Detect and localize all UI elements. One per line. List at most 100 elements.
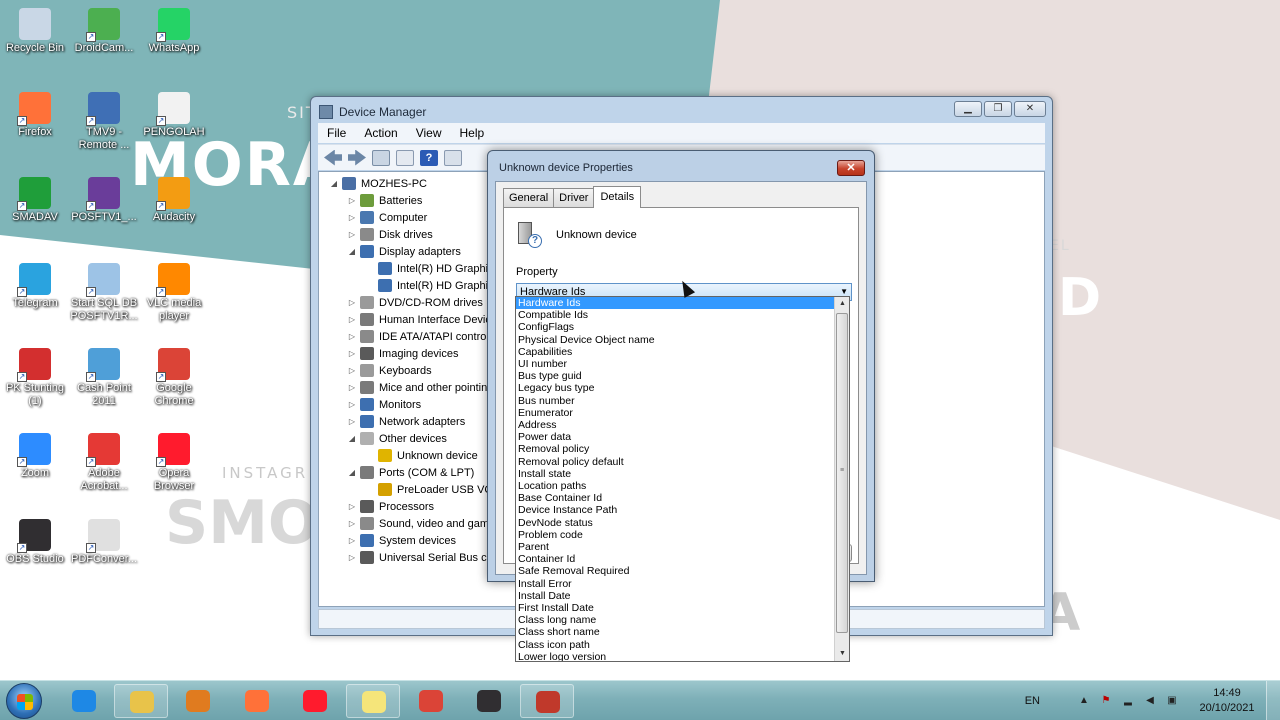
expand-toggle-icon[interactable]: ▷ bbox=[347, 213, 357, 222]
tree-node[interactable]: PreLoader USB VCO bbox=[365, 481, 501, 498]
taskbar-button[interactable] bbox=[57, 684, 111, 718]
menu-help[interactable]: Help bbox=[453, 124, 492, 142]
back-icon[interactable] bbox=[324, 149, 342, 166]
tree-node[interactable]: ▷ Monitors bbox=[347, 396, 421, 413]
dropdown-option[interactable]: Power data bbox=[516, 431, 835, 443]
show-desktop-button[interactable] bbox=[1266, 681, 1280, 720]
expand-toggle-icon[interactable]: ▷ bbox=[347, 332, 357, 341]
tree-node[interactable]: Intel(R) HD Graphic bbox=[365, 260, 494, 277]
expand-toggle-icon[interactable]: ▷ bbox=[347, 400, 357, 409]
desktop-icon[interactable]: ↗ VLC media player bbox=[138, 263, 210, 323]
dropdown-option[interactable]: Lower logo version bbox=[516, 651, 835, 661]
dropdown-option[interactable]: Removal policy bbox=[516, 443, 835, 455]
desktop-icon[interactable]: ↗ Firefox bbox=[0, 92, 71, 139]
expand-toggle-icon[interactable]: ▷ bbox=[347, 417, 357, 426]
taskbar-button[interactable] bbox=[520, 684, 574, 718]
dropdown-option[interactable]: Class short name bbox=[516, 626, 835, 638]
tree-node[interactable]: ▷ Network adapters bbox=[347, 413, 465, 430]
dropdown-option[interactable]: DevNode status bbox=[516, 517, 835, 529]
dropdown-option[interactable]: Class long name bbox=[516, 614, 835, 626]
menu-file[interactable]: File bbox=[320, 124, 353, 142]
dropdown-option[interactable]: Bus number bbox=[516, 395, 835, 407]
desktop-icon[interactable]: Recycle Bin bbox=[0, 8, 71, 55]
dropdown-option[interactable]: Address bbox=[516, 419, 835, 431]
tab-details[interactable]: Details bbox=[593, 186, 642, 208]
expand-toggle-icon[interactable]: ▷ bbox=[347, 366, 357, 375]
language-indicator[interactable]: EN bbox=[1025, 695, 1040, 707]
desktop-icon[interactable]: ↗ PENGOLAH bbox=[138, 92, 210, 139]
expand-toggle-icon[interactable]: ◢ bbox=[329, 179, 339, 188]
expand-toggle-icon[interactable]: ▷ bbox=[347, 298, 357, 307]
device-tray-icon[interactable]: ▣ bbox=[1166, 695, 1178, 707]
expand-toggle-icon[interactable]: ▷ bbox=[347, 536, 357, 545]
tree-node[interactable]: ◢ MOZHES-PC bbox=[329, 175, 427, 192]
dropdown-option[interactable]: Class icon path bbox=[516, 639, 835, 651]
desktop-icon[interactable]: ↗ SMADAV bbox=[0, 177, 71, 224]
tree-node[interactable]: Intel(R) HD Graphic bbox=[365, 277, 494, 294]
expand-toggle-icon[interactable]: ▷ bbox=[347, 315, 357, 324]
expand-toggle-icon[interactable]: ▷ bbox=[347, 230, 357, 239]
dropdown-option[interactable]: Install state bbox=[516, 468, 835, 480]
dropdown-option[interactable]: Base Container Id bbox=[516, 492, 835, 504]
tab-general[interactable]: General bbox=[503, 188, 555, 207]
taskbar-button[interactable] bbox=[404, 684, 458, 718]
network-signal-icon[interactable]: ▂ bbox=[1122, 695, 1134, 707]
expand-toggle-icon[interactable]: ▷ bbox=[347, 553, 357, 562]
dropdown-option[interactable]: Enumerator bbox=[516, 407, 835, 419]
tab-driver[interactable]: Driver bbox=[553, 188, 595, 207]
dropdown-option[interactable]: Removal policy default bbox=[516, 456, 835, 468]
tree-node[interactable]: Unknown device bbox=[365, 447, 478, 464]
desktop-icon[interactable]: ↗ Cash Point 2011 bbox=[68, 348, 140, 408]
tree-node[interactable]: ▷ IDE ATA/ATAPI contro bbox=[347, 328, 486, 345]
tree-node[interactable]: ▷ Universal Serial Bus co bbox=[347, 549, 493, 566]
clock[interactable]: 14:49 20/10/2021 bbox=[1188, 686, 1266, 716]
menu-view[interactable]: View bbox=[409, 124, 449, 142]
dropdown-option[interactable]: Parent bbox=[516, 541, 835, 553]
help-icon[interactable]: ? bbox=[420, 149, 438, 166]
tree-node[interactable]: ▷ Keyboards bbox=[347, 362, 432, 379]
taskbar-button[interactable] bbox=[171, 684, 225, 718]
close-button[interactable]: ✕ bbox=[1014, 101, 1046, 117]
dropdown-option[interactable]: Problem code bbox=[516, 529, 835, 541]
expand-toggle-icon[interactable]: ▷ bbox=[347, 349, 357, 358]
dropdown-option[interactable]: Install Date bbox=[516, 590, 835, 602]
desktop-icon[interactable]: ↗ TMV9 - Remote ... bbox=[68, 92, 140, 152]
desktop-icon[interactable]: ↗ OBS Studio bbox=[0, 519, 71, 566]
tree-node[interactable]: ▷ Batteries bbox=[347, 192, 422, 209]
show-hide-console-tree-icon[interactable] bbox=[372, 149, 390, 166]
maximize-button[interactable]: ❐ bbox=[984, 101, 1012, 117]
dropdown-option[interactable]: Device Instance Path bbox=[516, 504, 835, 516]
dropdown-option[interactable]: Compatible Ids bbox=[516, 309, 835, 321]
scroll-down-icon[interactable]: ▼ bbox=[835, 647, 849, 661]
taskbar-button[interactable] bbox=[462, 684, 516, 718]
dropdown-option[interactable]: Bus type guid bbox=[516, 370, 835, 382]
dropdown-option[interactable]: Safe Removal Required bbox=[516, 565, 835, 577]
tree-node[interactable]: ▷ Computer bbox=[347, 209, 427, 226]
expand-toggle-icon[interactable]: ◢ bbox=[347, 468, 357, 477]
dropdown-option[interactable]: Hardware Ids bbox=[516, 297, 835, 309]
dropdown-option[interactable]: Capabilities bbox=[516, 346, 835, 358]
expand-toggle-icon[interactable]: ◢ bbox=[347, 247, 357, 256]
desktop-icon[interactable]: ↗ Google Chrome bbox=[138, 348, 210, 408]
dropdown-option[interactable]: UI number bbox=[516, 358, 835, 370]
expand-toggle-icon[interactable]: ▷ bbox=[347, 383, 357, 392]
desktop-icon[interactable]: ↗ Opera Browser bbox=[138, 433, 210, 493]
minimize-button[interactable]: ▁ bbox=[954, 101, 982, 117]
tree-node[interactable]: ▷ Human Interface Devic bbox=[347, 311, 491, 328]
desktop-icon[interactable]: ↗ DroidCam... bbox=[68, 8, 140, 55]
taskbar-button[interactable] bbox=[114, 684, 168, 718]
expand-toggle-icon[interactable]: ▷ bbox=[347, 502, 357, 511]
tree-node[interactable]: ◢ Other devices bbox=[347, 430, 447, 447]
window-title-bar[interactable]: Device Manager bbox=[319, 105, 426, 119]
property-dropdown-list[interactable]: Hardware Ids Compatible Ids ConfigFlags Phy… bbox=[515, 296, 850, 662]
desktop-icon[interactable]: ↗ Zoom bbox=[0, 433, 71, 480]
scroll-thumb[interactable]: ≡ bbox=[836, 313, 848, 633]
expand-toggle-icon[interactable]: ◢ bbox=[347, 434, 357, 443]
dropdown-option[interactable]: Install Error bbox=[516, 578, 835, 590]
desktop-icon[interactable]: ↗ PDFConver... bbox=[68, 519, 140, 566]
dropdown-option[interactable]: Physical Device Object name bbox=[516, 334, 835, 346]
dropdown-option[interactable]: Location paths bbox=[516, 480, 835, 492]
taskbar-button[interactable] bbox=[230, 684, 284, 718]
dropdown-scrollbar[interactable]: ▲ ≡ ▼ bbox=[834, 297, 849, 661]
desktop-icon[interactable]: ↗ POSFTV1_... bbox=[68, 177, 140, 224]
